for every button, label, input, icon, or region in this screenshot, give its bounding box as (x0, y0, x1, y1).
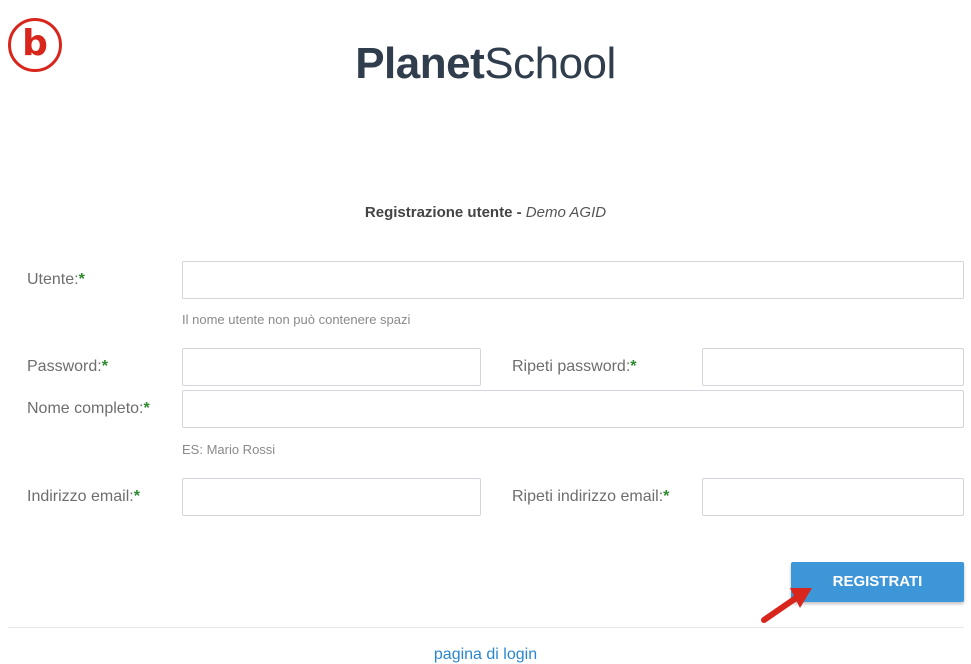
ripeti-password-label: Ripeti password:* (512, 357, 637, 377)
page-title-main: Registrazione utente (364, 204, 513, 221)
login-page-link[interactable]: pagina di login (0, 646, 971, 664)
required-mark: * (78, 271, 85, 288)
nome-completo-help: ES: Mario Rossi (182, 442, 276, 457)
page-title-separator: - (512, 204, 526, 221)
required-mark: * (133, 488, 140, 505)
password-input[interactable] (182, 348, 481, 386)
required-mark: * (663, 488, 670, 505)
ripeti-email-label: Ripeti indirizzo email:* (512, 487, 669, 507)
email-label: Indirizzo email:* (27, 487, 140, 507)
nome-completo-input[interactable] (182, 390, 964, 428)
ripeti-email-label-text: Ripeti indirizzo email: (512, 488, 664, 505)
planetschool-logo: PlanetSchool (0, 36, 971, 92)
divider (8, 627, 964, 628)
required-mark: * (630, 358, 637, 375)
ripeti-password-input[interactable] (702, 348, 964, 386)
required-mark: * (143, 400, 150, 417)
page-title: Registrazione utente - Demo AGID (0, 204, 971, 221)
password-label: Password:* (27, 357, 108, 377)
utente-label-text: Utente: (27, 271, 79, 288)
utente-label: Utente:* (27, 270, 85, 290)
nome-completo-label-text: Nome completo: (27, 400, 144, 417)
required-mark: * (101, 358, 108, 375)
email-label-text: Indirizzo email: (27, 488, 134, 505)
ripeti-email-input[interactable] (702, 478, 964, 516)
page-title-demo: Demo AGID (525, 204, 607, 221)
utente-help: Il nome utente non può contenere spazi (182, 312, 411, 327)
utente-input[interactable] (182, 261, 964, 299)
ripeti-password-label-text: Ripeti password: (512, 358, 631, 375)
red-arrow-icon (761, 588, 812, 623)
password-label-text: Password: (27, 358, 102, 375)
logo-bold-part: Planet (355, 39, 485, 88)
nome-completo-label: Nome completo:* (27, 399, 150, 419)
email-input[interactable] (182, 478, 481, 516)
logo-light-part: School (484, 39, 616, 88)
